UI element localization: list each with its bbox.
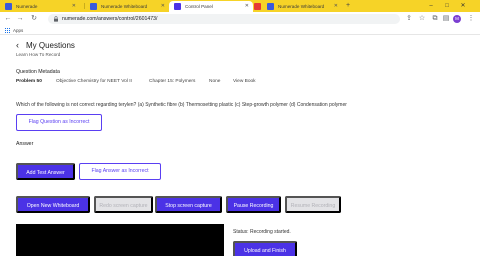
lock-icon [54,16,58,22]
close-icon[interactable]: ✕ [161,1,165,12]
control-panel-page: ‹ My Questions Learn How To Record Quest… [0,36,480,256]
tab-strip: Numerade ✕ Numerade Whiteboard ✕ Control… [0,0,480,12]
pause-recording-button[interactable]: Pause Recording [226,196,281,213]
open-whiteboard-button[interactable]: Open New Whiteboard [16,196,90,213]
screen-capture-preview [16,224,224,256]
apps-bookmark[interactable]: Apps [13,27,23,34]
bookmarks-bar: Apps [0,26,480,35]
chapter-title: Chapter 15: Polymers [149,79,196,84]
section-value: None [209,79,221,84]
book-title: Objective Chemistry for NEET Vol II [56,79,132,84]
record-favicon-icon [254,3,261,10]
status-text: Status: Recording started. [233,229,291,235]
tab-numerade-whiteboard-2[interactable]: Numerade Whiteboard ✕ [262,1,342,12]
reading-list-icon[interactable]: ▤ [441,14,451,24]
tab-control-panel[interactable]: Control Panel ✕ [169,1,253,12]
numerade-favicon-icon [90,3,97,10]
tab-numerade[interactable]: Numerade ✕ [0,1,80,12]
page-title: My Questions [26,41,75,50]
numerade-favicon-icon [267,3,274,10]
upload-and-finish-button[interactable]: Upload and Finish [233,241,297,256]
reload-icon[interactable]: ↻ [29,14,39,24]
close-icon[interactable]: ✕ [72,1,76,12]
learn-how-to-record-link[interactable]: Learn How To Record [16,52,60,57]
tab-title: Control Panel [185,4,213,9]
problem-number: Problem 50 [16,79,42,84]
tab-recording[interactable] [253,1,262,12]
back-icon[interactable]: ← [3,14,13,24]
answer-label: Answer [16,141,34,147]
numerade-favicon-icon [5,3,12,10]
add-test-answer-button[interactable]: Add Test Answer [16,163,75,180]
close-icon[interactable]: ✕ [245,1,249,12]
bookmark-star-icon[interactable]: ☆ [417,14,427,24]
flag-answer-button[interactable]: Flag Answer as Incorrect [79,163,161,180]
tab-numerade-whiteboard[interactable]: Numerade Whiteboard ✕ [85,1,169,12]
address-bar[interactable]: numerade.com/answers/control/2601473/ [48,14,400,24]
new-tab-button[interactable]: + [343,1,353,11]
share-icon[interactable]: ⇪ [404,14,414,24]
menu-kebab-icon[interactable]: ⋮ [466,14,476,24]
chevron-left-icon[interactable]: ‹ [16,40,19,50]
browser-toolbar: ← → ↻ numerade.com/answers/control/26014… [0,12,480,26]
flag-question-button[interactable]: Flag Question as Incorrect [16,114,102,131]
window-close-button[interactable]: ✕ [456,0,470,12]
apps-grid-icon[interactable] [5,28,10,33]
forward-icon[interactable]: → [15,14,25,24]
resume-recording-button[interactable]: Resume Recording [285,196,341,213]
stop-capture-button[interactable]: Stop screen capture [155,196,222,213]
maximize-button[interactable]: □ [440,0,454,12]
minimize-button[interactable]: – [424,0,438,12]
profile-avatar[interactable]: M [453,15,461,23]
question-text: Which of the following is not correct re… [16,102,347,108]
control-panel-favicon-icon [174,3,181,10]
url-text: numerade.com/answers/control/2601473/ [62,16,158,22]
metadata-heading: Question Metadata [16,69,60,75]
close-icon[interactable]: ✕ [334,1,338,12]
extensions-icon[interactable]: ⧉ [430,14,440,24]
view-book-link[interactable]: View Book [233,79,256,84]
tab-title: Numerade Whiteboard [278,4,325,9]
redo-capture-button[interactable]: Redo screen capture [94,196,153,213]
tab-title: Numerade Whiteboard [101,4,148,9]
tab-title: Numerade [16,4,38,9]
